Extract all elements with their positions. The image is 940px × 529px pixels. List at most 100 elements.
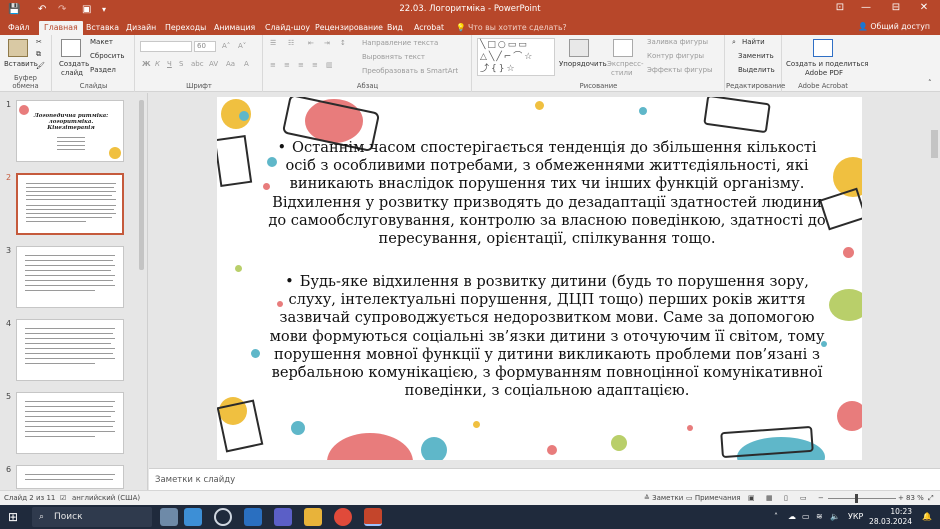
numbering-icon[interactable]: ☷ — [288, 39, 294, 47]
thumbnail-slide-1[interactable]: Логопедична ритміка: логоритміка. Кінезі… — [16, 100, 124, 162]
quick-styles-button[interactable]: Экспресс- — [607, 60, 644, 68]
tab-file[interactable]: Файл — [8, 22, 30, 35]
align-right-icon[interactable]: ≡ — [298, 61, 304, 69]
create-pdf-button-line2[interactable]: Adobe PDF — [805, 69, 843, 77]
strikethrough-icon[interactable]: abc — [191, 60, 204, 68]
tab-acrobat[interactable]: Acrobat — [414, 22, 444, 35]
thumbnail-slide-2[interactable] — [16, 173, 124, 235]
slide-thumbnails-panel[interactable]: 1 Логопедична ритміка: логоритміка. Кіне… — [0, 93, 148, 490]
slide-text-paragraph-1[interactable]: • Останнім часом спостерігається тенденці… — [261, 139, 833, 248]
spacing-icon[interactable]: AV — [209, 60, 218, 68]
thumbnails-scrollbar[interactable] — [138, 96, 145, 486]
reading-view-icon[interactable]: ▯ — [784, 494, 788, 502]
convert-smartart-button[interactable]: Преобразовать в SmartArt — [362, 67, 458, 75]
teams-icon[interactable] — [274, 508, 292, 526]
notes-pane[interactable]: Заметки к слайду — [149, 468, 940, 490]
slide-canvas[interactable]: • Останнім часом спостерігається тенденці… — [217, 97, 862, 460]
volume-icon[interactable]: 🔈 — [830, 512, 840, 521]
normal-view-icon[interactable]: ▣ — [748, 494, 755, 502]
minimize-button[interactable]: — — [852, 2, 880, 13]
slide-sorter-icon[interactable]: ▦ — [766, 494, 773, 502]
comments-toggle[interactable]: ▭ Примечания — [686, 494, 740, 502]
replace-button[interactable]: Заменить — [738, 52, 774, 60]
battery-icon[interactable]: ▭ — [802, 512, 810, 521]
format-painter-icon[interactable]: 🖌 — [36, 62, 45, 70]
font-name-field[interactable] — [140, 41, 192, 52]
onedrive-icon[interactable]: ☁ — [788, 512, 796, 521]
share-button[interactable]: 👤 Общий доступ — [858, 22, 930, 31]
outdent-icon[interactable]: ⇥ — [324, 39, 330, 47]
file-explorer-icon[interactable] — [304, 508, 322, 526]
pdf-icon[interactable] — [813, 39, 833, 57]
close-button[interactable]: ✕ — [910, 2, 938, 13]
tab-review[interactable]: Рецензирование — [315, 22, 383, 35]
keyboard-language[interactable]: УКР — [848, 512, 863, 521]
editor-scrollbar[interactable] — [929, 96, 940, 466]
layout-button[interactable]: Макет — [90, 38, 113, 46]
tab-transitions[interactable]: Переходы — [165, 22, 206, 35]
select-button[interactable]: Выделить — [738, 66, 775, 74]
notes-toggle[interactable]: ≙ Заметки — [644, 494, 683, 502]
restore-button[interactable]: ⊟ — [882, 2, 910, 13]
shape-fill-button[interactable]: Заливка фигуры — [647, 38, 708, 46]
new-slide-button-line2[interactable]: слайд — [61, 69, 83, 77]
italic-icon[interactable]: К — [155, 60, 160, 68]
bullets-icon[interactable]: ☰ — [270, 39, 276, 47]
fit-slide-icon[interactable]: ⤢ — [928, 494, 934, 503]
new-slide-button[interactable]: Создать — [59, 60, 89, 68]
widgets-icon[interactable] — [160, 508, 178, 526]
slide-text-paragraph-2[interactable]: • Будь-яке відхилення в розвитку дитини (… — [261, 273, 833, 400]
text-direction-button[interactable]: Направление текста — [362, 39, 438, 47]
notification-bell-icon[interactable]: 🔔 — [922, 512, 932, 521]
columns-icon[interactable]: ▥ — [326, 61, 333, 69]
tab-view[interactable]: Вид — [387, 22, 403, 35]
chrome-icon[interactable] — [334, 508, 352, 526]
grow-font-icon[interactable]: A˄ — [222, 42, 230, 50]
zoom-level[interactable]: 83 % — [906, 494, 924, 502]
quick-styles-button-line2[interactable]: стили — [611, 69, 633, 77]
quick-styles-icon[interactable] — [613, 39, 633, 57]
thumbnail-slide-3[interactable] — [16, 246, 124, 308]
arrange-button[interactable]: Упорядочить — [559, 60, 607, 68]
cut-icon[interactable]: ✂ — [36, 38, 42, 46]
shrink-font-icon[interactable]: A˅ — [238, 42, 246, 50]
shape-outline-button[interactable]: Контур фигуры — [647, 52, 704, 60]
zoom-in-icon[interactable]: + — [898, 494, 904, 502]
align-left-icon[interactable]: ≡ — [270, 61, 276, 69]
settings-icon[interactable] — [214, 508, 232, 526]
windows-start-icon[interactable]: ⊞ — [8, 510, 18, 524]
zoom-out-icon[interactable]: − — [818, 494, 824, 502]
font-color-icon[interactable]: A — [244, 60, 249, 68]
section-button[interactable]: Раздел — [90, 66, 116, 74]
paste-button[interactable]: Вставить — [4, 60, 38, 68]
line-spacing-icon[interactable]: ↕ — [340, 39, 346, 47]
tab-slideshow[interactable]: Слайд-шоу — [265, 22, 310, 35]
thumbnail-slide-6[interactable] — [16, 465, 124, 489]
mail-icon[interactable] — [244, 508, 262, 526]
paste-icon[interactable] — [8, 39, 28, 57]
new-slide-icon[interactable] — [61, 39, 81, 57]
tab-animation[interactable]: Анимация — [214, 22, 255, 35]
shape-effects-button[interactable]: Эффекты фигуры — [647, 66, 713, 74]
indent-icon[interactable]: ⇤ — [308, 39, 314, 47]
wifi-icon[interactable]: ≋ — [816, 512, 823, 521]
find-button[interactable]: Найти — [742, 38, 765, 46]
files-icon[interactable] — [184, 508, 202, 526]
tab-insert[interactable]: Вставка — [86, 22, 119, 35]
tell-me-box[interactable]: Что вы хотите сделать? — [468, 22, 567, 35]
create-pdf-button[interactable]: Создать и поделиться — [786, 60, 869, 68]
ribbon-display-options-icon[interactable]: ⊡ — [826, 2, 854, 13]
language-indicator[interactable]: английский (США) — [72, 494, 140, 502]
spellcheck-icon[interactable]: ☑ — [60, 494, 66, 502]
bold-icon[interactable]: Ж — [142, 60, 151, 68]
taskbar-clock[interactable]: 10:23 28.03.2024 — [869, 507, 912, 527]
tab-design[interactable]: Дизайн — [126, 22, 156, 35]
scrollbar-thumb[interactable] — [931, 130, 938, 158]
zoom-slider-thumb[interactable] — [855, 494, 858, 503]
copy-icon[interactable]: ⧉ — [36, 50, 41, 59]
collapse-ribbon-icon[interactable]: ˄ — [928, 79, 932, 87]
shapes-gallery[interactable]: ╲□○▭▭ △╲╱⌐⌒☆ ⤴{}☆ — [477, 38, 555, 76]
tab-home[interactable]: Главная — [39, 21, 83, 35]
powerpoint-taskbar-icon[interactable] — [364, 508, 382, 526]
arrange-icon[interactable] — [569, 39, 589, 57]
